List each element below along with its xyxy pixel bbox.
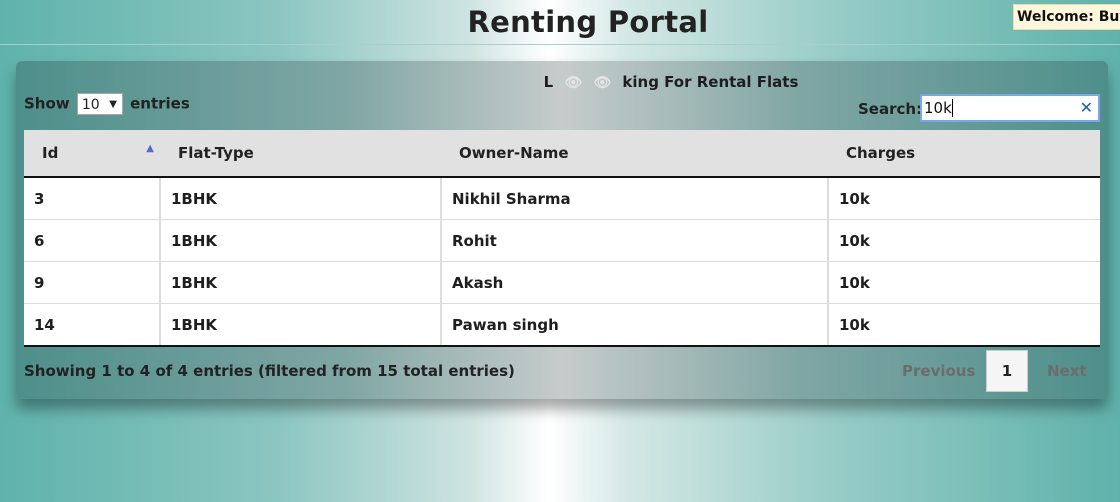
column-header-owner-name[interactable]: Owner-Name	[441, 130, 828, 178]
cell-flat-type: 1BHK	[159, 303, 441, 347]
search-label: Search:	[858, 100, 923, 118]
cell-owner-name: Rohit	[440, 219, 828, 262]
eye-icon: 👁	[593, 75, 612, 91]
cell-charges: 10k	[827, 219, 1100, 262]
caption-end: king For Rental Flats	[622, 73, 799, 91]
clear-search-icon[interactable]: ✕	[1080, 96, 1093, 120]
page-size-value: 10	[81, 97, 100, 113]
rentals-panel: L 👁 👁 king For Rental Flats Show 10 ▼ en…	[16, 61, 1108, 399]
page-title: Renting Portal	[467, 5, 709, 39]
cell-owner-name: Akash	[440, 261, 828, 304]
previous-page-button[interactable]: Previous	[902, 350, 975, 392]
cell-id: 3	[24, 176, 160, 220]
search-value: 10k	[924, 99, 952, 117]
page-size-select[interactable]: 10 ▼	[76, 93, 123, 115]
cell-charges: 10k	[827, 176, 1100, 220]
page-1-button[interactable]: 1	[986, 350, 1028, 392]
column-header-id[interactable]: Id ▲	[24, 130, 160, 178]
column-header-flat-type[interactable]: Flat-Type	[160, 130, 441, 178]
entries-label: entries	[130, 94, 190, 113]
search-input[interactable]: 10k ✕	[920, 94, 1100, 122]
cell-flat-type: 1BHK	[159, 261, 441, 304]
cell-id: 6	[24, 219, 160, 262]
table-row: 9 1BHK Akash 10k	[24, 261, 1100, 304]
page-size-control: Show 10 ▼ entries	[24, 93, 190, 115]
cell-owner-name: Pawan singh	[440, 303, 828, 347]
table-row: 3 1BHK Nikhil Sharma 10k	[24, 176, 1100, 220]
panel-caption: L 👁 👁 king For Rental Flats	[16, 73, 1120, 91]
table-header-row: Id ▲ Flat-Type Owner-Name Charges	[24, 130, 1100, 178]
cell-charges: 10k	[827, 303, 1100, 347]
welcome-badge: Welcome: Buy	[1013, 4, 1120, 30]
cell-owner-name: Nikhil Sharma	[440, 176, 828, 220]
cell-id: 9	[24, 261, 160, 304]
cell-charges: 10k	[827, 261, 1100, 304]
next-page-button[interactable]: Next	[1047, 350, 1087, 392]
table-info: Showing 1 to 4 of 4 entries (filtered fr…	[24, 362, 515, 380]
caption-start: L	[543, 73, 554, 91]
header-bar: Renting Portal	[0, 0, 1120, 45]
dropdown-arrow-icon: ▼	[109, 99, 117, 110]
cell-flat-type: 1BHK	[159, 219, 441, 262]
sort-ascending-icon: ▲	[146, 143, 154, 154]
column-header-charges[interactable]: Charges	[828, 130, 1100, 178]
table-row: 14 1BHK Pawan singh 10k	[24, 303, 1100, 347]
cell-flat-type: 1BHK	[159, 176, 441, 220]
rentals-table: Id ▲ Flat-Type Owner-Name Charges 3 1BHK…	[24, 130, 1100, 347]
cell-id: 14	[24, 303, 160, 347]
eye-icon: 👁	[564, 75, 583, 91]
table-row: 6 1BHK Rohit 10k	[24, 219, 1100, 262]
show-label: Show	[24, 94, 70, 113]
